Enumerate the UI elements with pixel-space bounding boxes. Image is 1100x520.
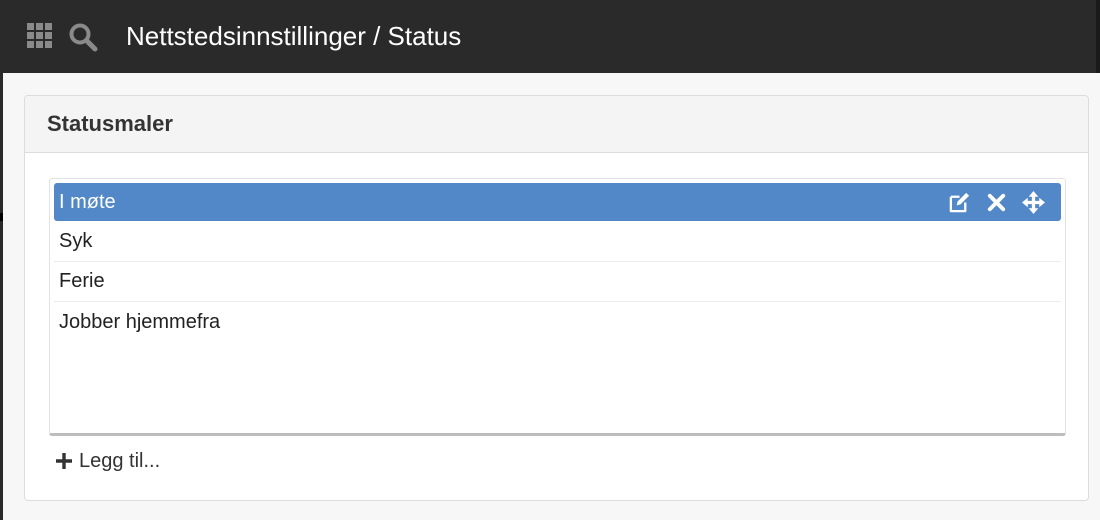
close-icon[interactable] — [985, 191, 1008, 214]
list-item[interactable]: Jobber hjemmefra — [54, 302, 1061, 342]
list-item-label: Ferie — [59, 270, 105, 292]
edit-icon[interactable] — [948, 191, 971, 214]
status-templates-panel: Statusmaler I møte Syk Ferie Jobber hjem… — [24, 95, 1089, 501]
list-item-selected[interactable]: I møte — [54, 183, 1061, 221]
panel-title: Statusmaler — [47, 111, 173, 136]
list-item-label: I møte — [59, 190, 116, 213]
add-status-button[interactable]: Legg til... — [55, 446, 160, 476]
search-icon[interactable] — [68, 22, 98, 52]
page-title: Nettstedsinnstillinger / Status — [126, 21, 462, 51]
plus-icon — [56, 453, 72, 469]
list-item-label: Syk — [59, 230, 93, 252]
list-item-label: Jobber hjemmefra — [59, 310, 221, 333]
add-label: Legg til... — [79, 449, 161, 472]
move-icon[interactable] — [1022, 190, 1045, 214]
apps-grid-icon[interactable] — [27, 23, 52, 48]
left-edge-strip — [0, 73, 3, 520]
status-template-list: I møte Syk Ferie Jobber hjemmefra — [49, 178, 1066, 436]
item-actions — [948, 183, 1045, 221]
list-item[interactable]: Ferie — [54, 262, 1061, 302]
top-bar: Nettstedsinnstillinger / Status — [0, 0, 1100, 73]
list-item[interactable]: Syk — [54, 222, 1061, 262]
panel-header: Statusmaler — [25, 96, 1088, 153]
